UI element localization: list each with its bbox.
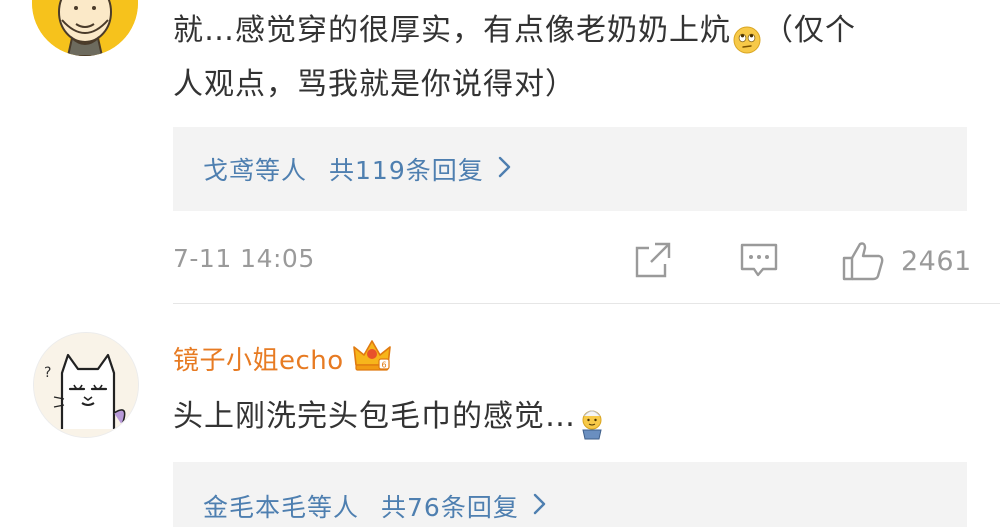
reply-count: 共76条回复 [381,493,519,522]
comment-actions: 7-11 14:05 2461 [173,236,971,284]
username-row[interactable]: 镜子小姐echo 6 [173,337,392,380]
reply-count: 共119条回复 [329,156,484,185]
comment-text-line: 人观点，骂我就是你说得对） [173,67,576,102]
reply-users: 戈鸢等人 [203,156,308,185]
comment-text-line: 就…感觉穿的很厚实，有点像老奶奶上炕 （仅个 [173,4,856,58]
avatar[interactable]: ? [33,332,139,438]
comment-bubble-icon [740,243,778,277]
thumbs-up-icon [842,242,884,281]
cartoon-face-avatar-icon [32,0,138,56]
comment-feed: 就…感觉穿的很厚实，有点像老奶奶上炕 （仅个 人观点，骂我就是你说得对） 戈鸢等… [0,0,1000,527]
towel-head-emoji-icon [578,404,606,439]
view-replies-link[interactable]: 戈鸢等人 共119条回复 [203,151,512,187]
share-icon [635,242,671,278]
comment-text-line: 头上刚洗完头包毛巾的感觉… [173,390,608,444]
comment-divider [173,303,1000,304]
replies-preview[interactable]: 戈鸢等人 共119条回复 [173,127,967,211]
like-count: 2461 [901,245,972,277]
chevron-right-icon [533,492,547,521]
username[interactable]: 镜子小姐echo [173,340,344,377]
chevron-right-icon [498,155,512,184]
svg-text:?: ? [44,365,51,381]
comment-text: 就…感觉穿的很厚实，有点像老奶奶上炕 [173,13,731,48]
view-replies-link[interactable]: 金毛本毛等人 共76条回复 [203,488,547,524]
replies-preview[interactable]: 金毛本毛等人 共76条回复 [173,462,967,527]
vip-crown-icon: 6 [352,337,392,380]
timestamp: 7-11 14:05 [173,244,315,273]
rolling-eyes-emoji-icon [733,18,761,53]
share-button[interactable] [633,240,673,284]
reply-button[interactable] [739,240,779,284]
like-button[interactable]: 2461 [841,240,972,282]
comment-text-tail: （仅个 [763,13,856,48]
avatar[interactable] [32,0,138,56]
reply-users: 金毛本毛等人 [203,493,360,522]
comment-text: 头上刚洗完头包毛巾的感觉… [173,399,576,434]
svg-text:6: 6 [381,361,387,370]
cartoon-cat-avatar-icon: ? [34,333,138,437]
